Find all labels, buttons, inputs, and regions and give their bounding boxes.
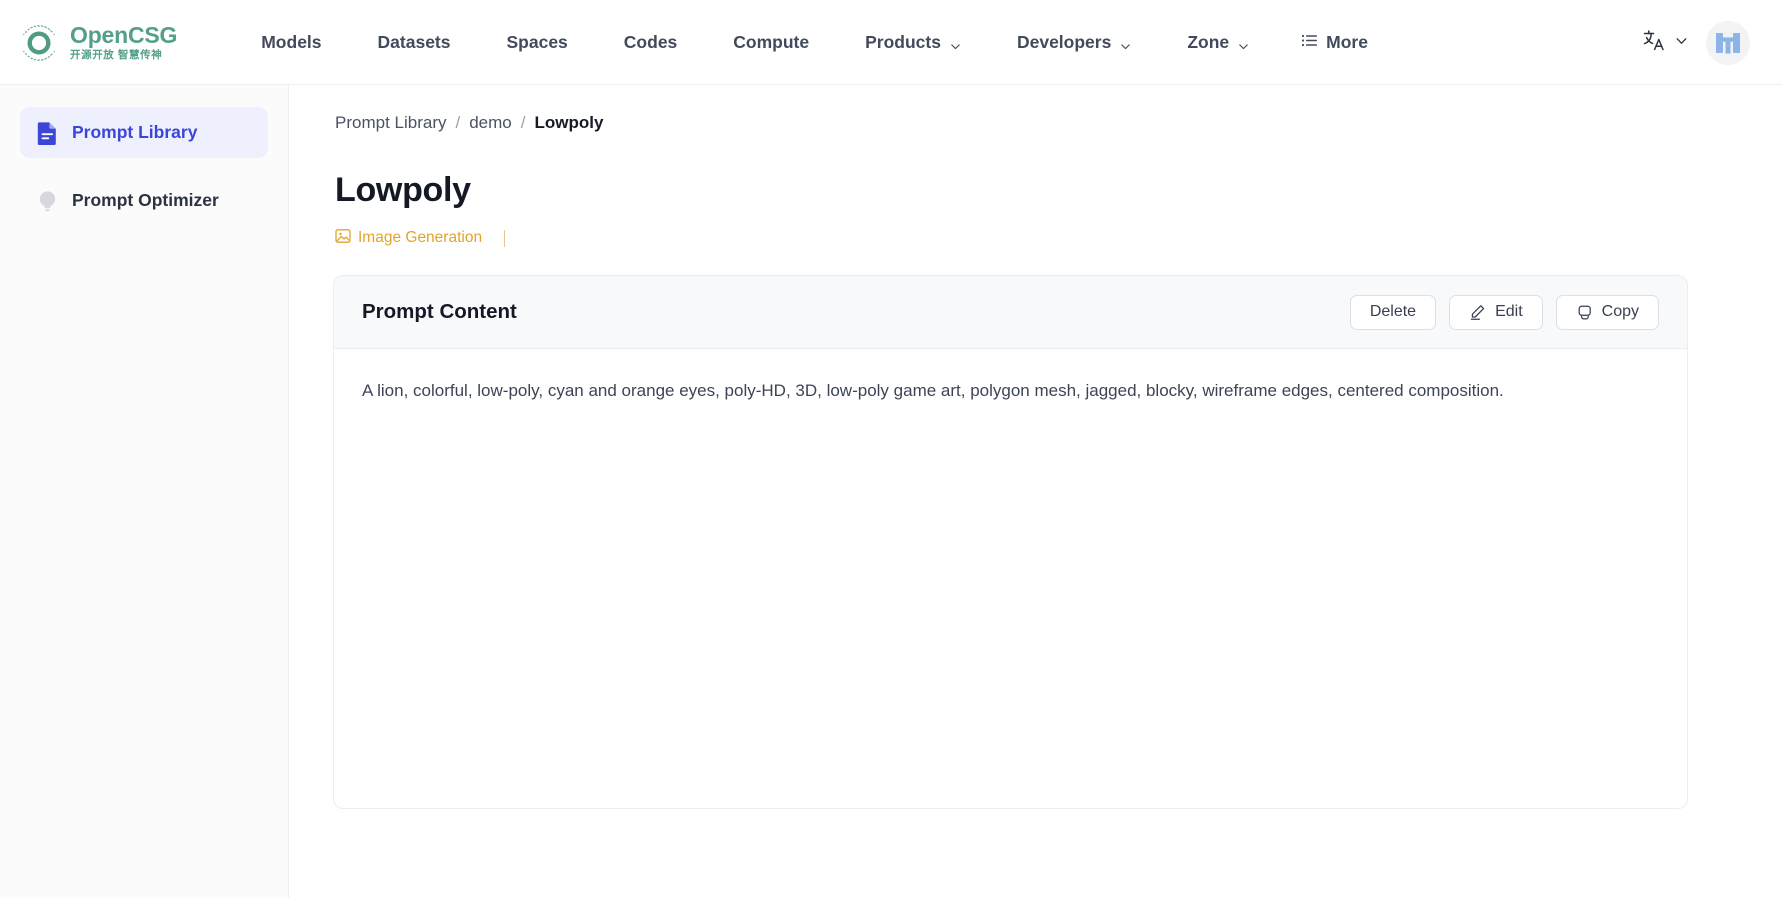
nav-label: Products [865,32,941,53]
nav-label: Spaces [507,32,568,53]
nav-item-more[interactable]: More [1277,24,1396,62]
nav-right-cluster [1642,21,1760,65]
edit-button[interactable]: Edit [1449,295,1543,330]
chevron-down-icon [1120,36,1131,47]
delete-button[interactable]: Delete [1350,295,1436,330]
sidebar-item-prompt-optimizer[interactable]: Prompt Optimizer [20,175,268,226]
nav-item-codes[interactable]: Codes [596,24,705,61]
nav-label: Models [261,32,321,53]
chevron-down-icon [1675,34,1688,52]
copy-icon [1576,304,1593,321]
nav-label: Compute [733,32,809,53]
language-switcher-button[interactable] [1642,28,1688,58]
edit-button-label: Edit [1495,303,1523,321]
copy-button[interactable]: Copy [1556,295,1659,330]
main-nav-links: Models Datasets Spaces Codes Compute Pro… [233,24,1396,62]
nav-label: Zone [1187,32,1229,53]
logo-name: OpenCSG [70,24,177,47]
meta-divider [504,230,505,247]
nav-item-models[interactable]: Models [233,24,349,61]
breadcrumb: Prompt Library / demo / Lowpoly [335,113,1746,133]
list-icon [1301,32,1318,54]
card-action-buttons: Delete Edit [1350,295,1659,330]
prompt-content-text: A lion, colorful, low-poly, cyan and ora… [334,349,1687,432]
breadcrumb-item-demo[interactable]: demo [469,113,512,133]
image-icon [335,228,351,249]
nav-label: Datasets [378,32,451,53]
sidebar-item-prompt-library[interactable]: Prompt Library [20,107,268,158]
nav-item-zone[interactable]: Zone [1159,24,1277,61]
status-badge-image-generation[interactable]: Image Generation [335,228,482,249]
avatar[interactable] [1706,21,1750,65]
tag-label: Image Generation [358,229,482,247]
chevron-down-icon [950,36,961,47]
translate-icon [1642,28,1667,58]
nav-item-datasets[interactable]: Datasets [350,24,479,61]
breadcrumb-item-prompt-library[interactable]: Prompt Library [335,113,446,133]
top-navigation-bar: OpenCSG 开源开放 智慧传神 Models Datasets Spaces… [0,0,1782,85]
delete-button-label: Delete [1370,303,1416,321]
sidebar-item-label: Prompt Library [72,122,197,143]
opencsg-logo-icon [18,22,60,64]
nav-label: Codes [624,32,677,53]
nav-label: Developers [1017,32,1111,53]
logo-tagline: 开源开放 智慧传神 [70,50,177,61]
document-icon [36,121,58,145]
breadcrumb-item-current: Lowpoly [534,113,603,133]
meta-row: Image Generation [335,227,1746,249]
page-body: Prompt Library Prompt Optimizer Prompt L… [0,85,1782,898]
breadcrumb-separator: / [521,113,526,133]
lightbulb-icon [36,189,58,213]
card-title: Prompt Content [362,300,517,324]
copy-button-label: Copy [1602,303,1639,321]
nav-item-compute[interactable]: Compute [705,24,837,61]
nav-item-developers[interactable]: Developers [989,24,1159,61]
nav-item-products[interactable]: Products [837,24,989,61]
pencil-icon [1469,304,1486,321]
main-content: Prompt Library / demo / Lowpoly Lowpoly … [289,85,1782,898]
nav-label: More [1326,32,1368,53]
chevron-down-icon [1238,36,1249,47]
page-title: Lowpoly [335,171,1746,210]
site-logo[interactable]: OpenCSG 开源开放 智慧传神 [18,22,177,64]
breadcrumb-separator: / [455,113,460,133]
card-header: Prompt Content Delete Edit [334,276,1687,349]
sidebar-item-label: Prompt Optimizer [72,190,219,211]
prompt-content-card: Prompt Content Delete Edit [333,275,1688,809]
nav-item-spaces[interactable]: Spaces [479,24,596,61]
sidebar: Prompt Library Prompt Optimizer [0,85,289,898]
